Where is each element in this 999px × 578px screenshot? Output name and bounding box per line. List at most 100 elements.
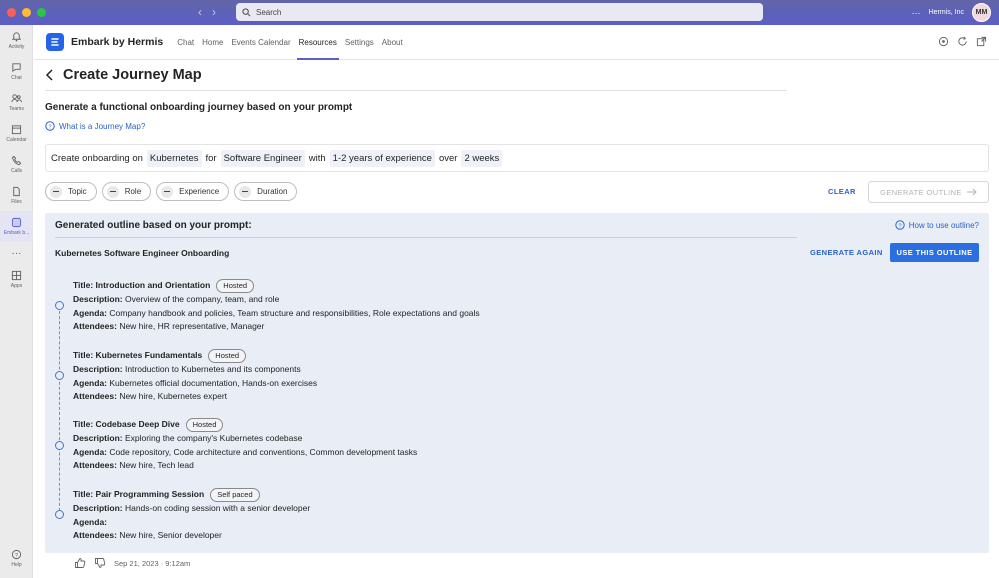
title-label: Title: [73, 350, 94, 360]
rail-item-more[interactable]: ··· [0, 242, 33, 264]
refresh-icon[interactable] [957, 36, 968, 47]
pill-label: Role [124, 187, 142, 196]
session-agenda: Code repository, Code architecture and c… [109, 446, 418, 457]
thumbs-up-icon[interactable] [74, 557, 86, 569]
generated-outline-panel: Generated outline based on your prompt: … [45, 213, 989, 553]
rail-item-calls[interactable]: Calls [0, 149, 33, 180]
minus-icon [161, 185, 174, 198]
svg-text:?: ? [15, 553, 18, 559]
agenda-label: Agenda: [73, 446, 107, 457]
title-label: Title: [73, 489, 94, 499]
prompt-input[interactable]: Create onboarding on Kubernetes for Soft… [45, 144, 989, 172]
tab-resources[interactable]: Resources [295, 25, 341, 60]
zoom-window-button[interactable] [37, 8, 46, 17]
embark-logo-icon [46, 33, 64, 51]
generate-again-button[interactable]: GENERATE AGAIN [810, 248, 883, 257]
file-icon [13, 186, 20, 197]
back-arrow-icon[interactable]: ‹ [198, 5, 202, 19]
session-title: Introduction and Orientation [95, 280, 211, 290]
minus-icon [239, 185, 252, 198]
agenda-label: Agenda: [73, 307, 107, 318]
avatar[interactable]: MM [972, 3, 991, 22]
attendees-label: Attendees: [73, 460, 117, 470]
bell-icon [11, 32, 22, 42]
timeline-node [55, 510, 64, 519]
session-attendees: New hire, Tech lead [119, 460, 194, 470]
copilot-icon[interactable] [938, 36, 949, 47]
rail-item-files[interactable]: Files [0, 180, 33, 211]
session-tag: Hosted [208, 349, 247, 363]
calendar-icon [11, 125, 22, 135]
close-window-button[interactable] [7, 8, 16, 17]
tab-settings[interactable]: Settings [341, 25, 378, 60]
app-name: Embark by Hermis [71, 36, 164, 48]
search-icon [242, 7, 251, 16]
role-pill[interactable]: Role [101, 182, 152, 201]
rail-label: Apps [10, 283, 23, 289]
experience-pill[interactable]: Experience [156, 182, 230, 201]
tab-about[interactable]: About [378, 25, 407, 60]
use-this-outline-button[interactable]: USE THIS OUTLINE [890, 243, 979, 262]
session-title: Kubernetes Fundamentals [95, 350, 203, 360]
tab-events-calendar[interactable]: Events Calendar [227, 25, 294, 60]
main-content: Create Journey Map Generate a functional… [34, 60, 999, 578]
rail-item-apps[interactable]: Apps [0, 264, 33, 295]
forward-arrow-icon[interactable]: › [212, 5, 216, 19]
rail-item-teams[interactable]: Teams [0, 87, 33, 118]
info-icon: ? [45, 121, 55, 131]
rail-label: Embark b... [3, 230, 30, 236]
session-tag: Self paced [210, 488, 260, 502]
page-header: Create Journey Map [45, 60, 787, 91]
duration-pill[interactable]: Duration [234, 182, 298, 201]
how-to-use-outline-link[interactable]: ? How to use outline? [895, 220, 979, 230]
chat-icon [12, 63, 21, 73]
attendees-label: Attendees: [73, 391, 117, 401]
svg-text:?: ? [48, 124, 51, 130]
session-agenda: Company handbook and policies, Team stru… [109, 307, 480, 318]
session-title: Codebase Deep Dive [95, 419, 180, 429]
rail-label: Help [11, 562, 22, 568]
pill-label: Experience [179, 187, 220, 196]
topic-pill[interactable]: Topic [45, 182, 97, 201]
rail-item-activity[interactable]: Activity [0, 25, 33, 56]
popout-icon[interactable] [976, 36, 987, 47]
what-is-link-label: What is a Journey Map? [59, 121, 146, 131]
clear-button[interactable]: CLEAR [828, 187, 856, 196]
how-to-label: How to use outline? [908, 220, 979, 230]
more-options-icon[interactable]: ··· [912, 8, 921, 18]
generate-outline-button[interactable]: GENERATE OUTLINE [868, 181, 989, 203]
tab-home[interactable]: Home [198, 25, 227, 60]
session-description: Overview of the company, team, and role [124, 294, 280, 304]
duration-chip[interactable]: 2 weeks [461, 149, 503, 167]
rail-item-embark[interactable]: Embark b... [0, 211, 33, 242]
rail-item-calendar[interactable]: Calendar [0, 118, 33, 149]
session-description: Introduction to Kubernetes and its compo… [124, 364, 301, 374]
app-tabs: Chat Home Events Calendar Resources Sett… [173, 25, 406, 60]
experience-chip[interactable]: 1-2 years of experience [329, 149, 435, 167]
role-chip[interactable]: Software Engineer [220, 149, 305, 167]
agenda-label: Agenda: [73, 516, 107, 527]
minimize-window-button[interactable] [22, 8, 31, 17]
info-icon: ? [895, 220, 905, 230]
session-tag: Hosted [216, 279, 255, 293]
session-attendees: New hire, Kubernetes expert [119, 391, 228, 401]
rail-item-chat[interactable]: Chat [0, 56, 33, 87]
topic-chip[interactable]: Kubernetes [146, 149, 202, 167]
session-description: Hands-on coding session with a senior de… [124, 503, 311, 513]
tab-chat[interactable]: Chat [173, 25, 198, 60]
search-input[interactable]: Search [236, 3, 763, 21]
help-icon: ? [11, 549, 22, 560]
pill-label: Duration [257, 187, 288, 196]
session-item: Title: Pair Programming Session Self pace… [73, 488, 310, 543]
thumbs-down-icon[interactable] [94, 557, 106, 569]
what-is-journey-map-link[interactable]: ? What is a Journey Map? [45, 121, 145, 131]
rail-item-help[interactable]: ? Help [0, 543, 33, 574]
session-attendees: New hire, HR representative, Manager [119, 321, 265, 331]
generate-outline-label: GENERATE OUTLINE [880, 187, 962, 197]
generate-heading: Generate a functional onboarding journey… [45, 102, 353, 113]
session-agenda: Kubernetes official documentation, Hands… [109, 377, 318, 388]
app-rail: Activity Chat Teams Calendar Calls Files… [0, 25, 33, 578]
timeline-node [55, 441, 64, 450]
prompt-text: with [308, 152, 326, 164]
back-chevron-icon[interactable] [45, 69, 55, 81]
